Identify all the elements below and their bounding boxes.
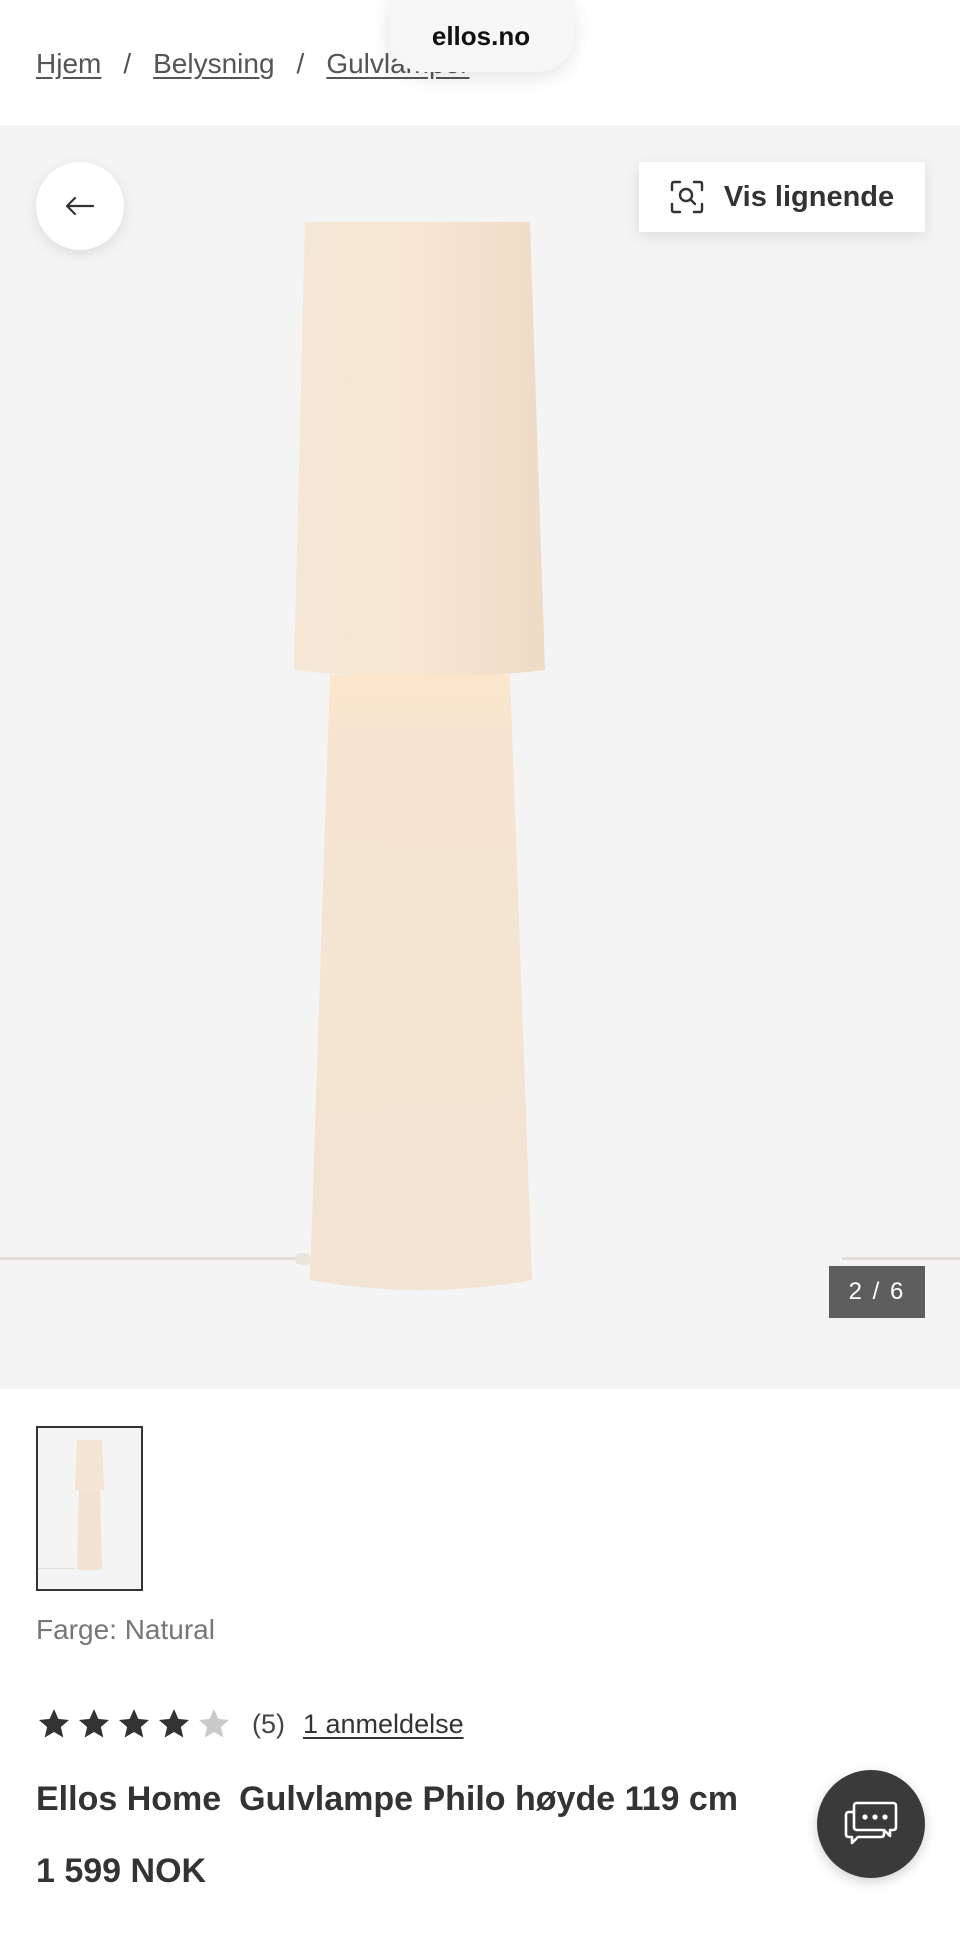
chat-button[interactable]	[817, 1770, 925, 1878]
product-title: Ellos Home Gulvlampe Philo høyde 119 cm	[36, 1780, 738, 1819]
color-label: Farge: Natural	[36, 1614, 215, 1645]
star-filled-icon	[159, 1709, 189, 1738]
chat-bubbles-icon	[844, 1801, 898, 1845]
visual-search-icon	[670, 180, 704, 214]
breadcrumb-separator: /	[296, 48, 305, 79]
breadcrumb-item-home[interactable]: Hjem	[36, 48, 101, 80]
rating-stars	[36, 1706, 232, 1742]
show-similar-label: Vis lignende	[723, 180, 895, 213]
breadcrumb-item-lighting[interactable]: Belysning	[153, 48, 274, 80]
product-price: 1 599 NOK	[36, 1852, 207, 1890]
star-filled-icon	[39, 1709, 69, 1738]
show-similar-button[interactable]: Vis lignende	[639, 162, 925, 232]
product-rating: (5) 1 anmeldelse	[36, 1706, 464, 1742]
image-counter: 2 / 6	[829, 1266, 925, 1318]
floor-line	[842, 1257, 960, 1260]
star-empty-icon	[199, 1709, 229, 1738]
star-filled-icon	[119, 1709, 149, 1738]
back-button[interactable]	[36, 162, 124, 250]
thumbnail-image	[38, 1428, 141, 1589]
product-name: Gulvlampe Philo høyde 119 cm	[239, 1780, 739, 1818]
product-brand[interactable]: Ellos Home	[36, 1780, 221, 1818]
browser-url-pill[interactable]: ellos.no	[388, 0, 574, 72]
rating-count: (5)	[252, 1708, 285, 1739]
breadcrumb-separator: /	[123, 48, 132, 79]
arrow-left-icon	[65, 196, 95, 216]
reviews-link[interactable]: 1 anmeldelse	[303, 1709, 464, 1740]
lamp-cord	[295, 1253, 311, 1265]
product-image-gallery[interactable]: Vis lignende 2 / 6	[0, 125, 960, 1389]
star-filled-icon	[79, 1709, 109, 1738]
product-image	[294, 222, 545, 1290]
product-thumbnail[interactable]	[36, 1426, 143, 1591]
floor-line	[0, 1257, 305, 1260]
